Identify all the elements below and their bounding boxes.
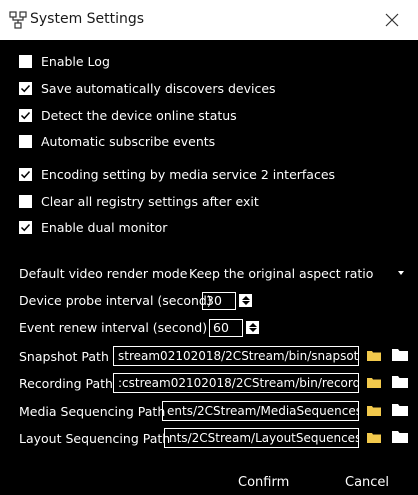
checkbox[interactable] [19,134,32,148]
arrow-up-icon [248,322,257,327]
folder-icon[interactable] [392,349,408,361]
media-sequencing-path-label: Media Sequencing Path [19,404,166,419]
close-button[interactable] [378,8,406,32]
checkmark-icon [20,223,31,231]
probe-interval-stepper[interactable] [239,294,252,307]
checkbox[interactable] [19,81,32,95]
render-mode-label: Default video render mode [19,266,188,281]
recording-path-label: Recording Path [19,376,113,391]
render-mode-select[interactable]: Keep the original aspect ratio [189,266,373,281]
enable-dual-monitor-option[interactable]: Enable dual monitor [19,217,167,237]
checkmark-icon [20,170,31,178]
checkbox[interactable] [19,220,32,234]
clear-registry-option[interactable]: Clear all registry settings after exit [19,191,259,211]
folder-icon[interactable] [392,404,408,416]
checkbox[interactable] [19,108,32,122]
checkbox[interactable] [19,194,32,208]
chevron-down-icon[interactable] [398,271,404,275]
auto-subscribe-events-option[interactable]: Automatic subscribe events [19,131,215,151]
arrow-up-icon [241,295,250,300]
window-title: System Settings [30,11,145,27]
option-label: Automatic subscribe events [41,133,216,149]
folder-icon[interactable] [392,376,408,388]
close-icon [385,13,399,27]
arrow-down-icon [248,328,257,333]
open-folder-icon[interactable] [367,405,381,416]
detect-online-status-option[interactable]: Detect the device online status [19,105,237,125]
option-label: Encoding setting by media service 2 inte… [41,166,336,182]
checkmark-icon [20,111,31,119]
snapshot-path-input[interactable]: stream02102018/2CStream/bin/snapsot [113,346,359,366]
media-service-2-encoding-option[interactable]: Encoding setting by media service 2 inte… [19,164,335,184]
renew-interval-stepper[interactable] [246,321,259,334]
probe-interval-input[interactable]: 30 [202,292,236,310]
open-folder-icon[interactable] [367,350,381,361]
open-folder-icon[interactable] [367,432,381,443]
option-label: Save automatically discovers devices [41,80,276,96]
media-sequencing-path-input[interactable]: ents/2CStream/MediaSequences [162,401,359,421]
layout-sequencing-path-label: Layout Sequencing Path [19,431,171,446]
cancel-button[interactable]: Cancel [345,475,389,490]
renew-interval-label: Event renew interval (second) [19,320,208,335]
checkbox[interactable] [19,167,32,181]
checkbox[interactable] [19,54,32,68]
open-folder-icon[interactable] [367,377,381,388]
layout-sequencing-path-input[interactable]: nts/2CStream/LayoutSequences [164,428,359,448]
recording-path-input[interactable]: :cstream02102018/2CStream/bin/record [113,373,359,393]
option-label: Detect the device online status [41,107,237,123]
checkmark-icon [20,84,31,92]
arrow-down-icon [241,301,250,306]
renew-interval-input[interactable]: 60 [209,319,243,337]
snapshot-path-label: Snapshot Path [19,349,109,364]
save-discovered-devices-option[interactable]: Save automatically discovers devices [19,78,276,98]
network-nodes-icon [9,11,27,29]
enable-log-option[interactable]: Enable Log [19,51,110,71]
confirm-button[interactable]: Confirm [238,475,289,490]
title-bar: System Settings [0,0,418,40]
probe-interval-label: Device probe interval (second) [19,293,212,308]
option-label: Enable Log [41,53,110,69]
option-label: Clear all registry settings after exit [41,193,259,209]
option-label: Enable dual monitor [41,219,168,235]
folder-icon[interactable] [392,431,408,443]
